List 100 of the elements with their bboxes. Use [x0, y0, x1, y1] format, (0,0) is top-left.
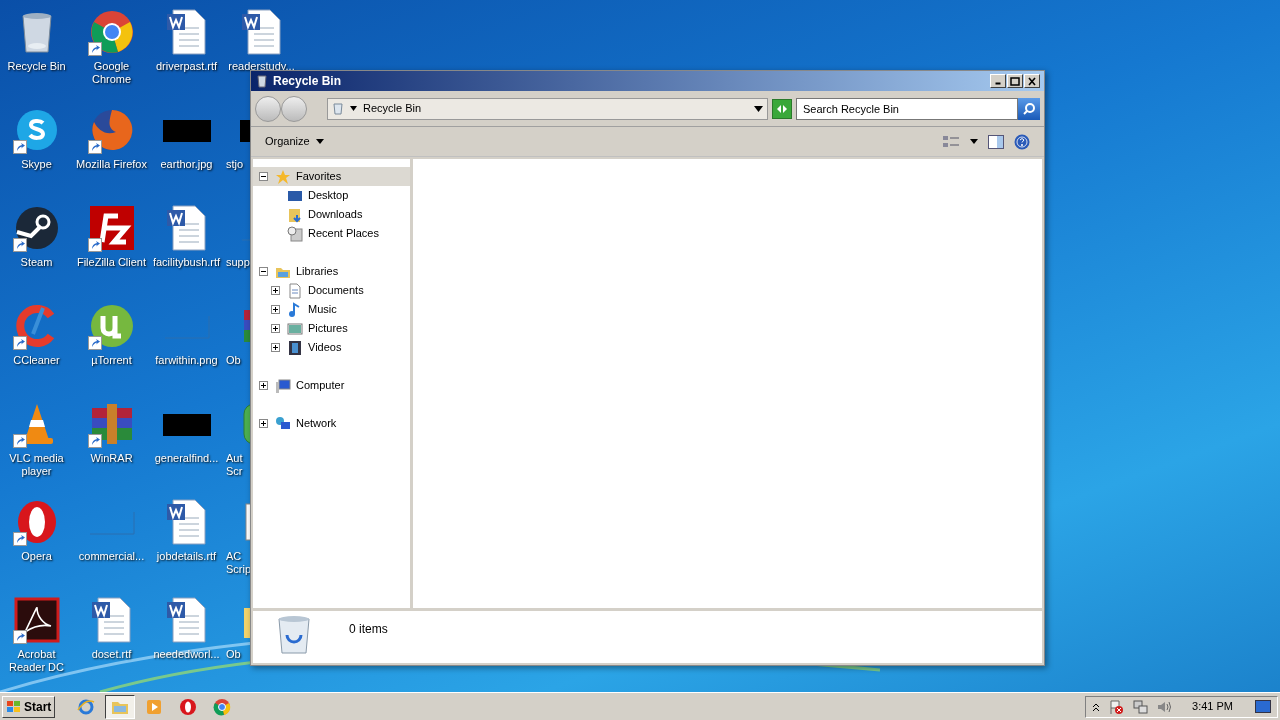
- dropdown-caret-icon[interactable]: [970, 139, 978, 144]
- nav-item[interactable]: Computer: [253, 376, 410, 395]
- refresh-button[interactable]: [772, 98, 792, 119]
- expand-icon[interactable]: [271, 343, 280, 352]
- desktop-icon-label[interactable]: farwithin.png: [155, 354, 218, 367]
- nav-label: Documents: [308, 283, 364, 299]
- desktop-icon-label[interactable]: µTorrent: [91, 354, 132, 367]
- expand-icon[interactable]: [271, 324, 280, 333]
- desktop-icon-label[interactable]: Ob: [226, 648, 241, 661]
- star-icon: [275, 168, 291, 185]
- recycle-bin-icon: [332, 102, 344, 115]
- desktop-icon-label[interactable]: supp: [226, 256, 250, 269]
- close-button[interactable]: [1024, 74, 1040, 88]
- windows-logo-icon: [6, 699, 22, 714]
- desktop-icon-label[interactable]: Acrobat Reader DC: [0, 648, 74, 674]
- document-icon: [287, 282, 303, 299]
- browser-icon: [77, 697, 96, 716]
- desktop-icon-label[interactable]: VLC media player: [0, 452, 74, 478]
- opera-icon: [179, 697, 198, 716]
- desktop-icon-label[interactable]: commercial...: [78, 550, 145, 563]
- collapse-icon[interactable]: [259, 267, 268, 276]
- nav-label: Videos: [308, 340, 342, 356]
- desktop-icon-label[interactable]: Aut Scr: [226, 452, 243, 478]
- help-icon[interactable]: [1014, 133, 1030, 150]
- desktop-icon-label[interactable]: earthor.jpg: [160, 158, 213, 171]
- desktop-icon-label[interactable]: neededworl...: [153, 648, 220, 661]
- desktop-icon-label[interactable]: CCleaner: [13, 354, 60, 367]
- collapse-icon[interactable]: [259, 172, 268, 181]
- nav-label: Favorites: [296, 169, 342, 185]
- nav-item[interactable]: Music: [253, 300, 410, 319]
- search-button[interactable]: [1018, 97, 1040, 120]
- minimize-button[interactable]: [990, 74, 1006, 88]
- window-title: Recycle Bin: [273, 73, 342, 90]
- desktop-icon-label[interactable]: jobdetails.rtf: [156, 550, 217, 563]
- network-icon[interactable]: [1132, 698, 1149, 715]
- chevron-up-icon[interactable]: [1092, 701, 1101, 712]
- nav-item[interactable]: Libraries: [253, 262, 410, 281]
- folder-icon: [287, 206, 303, 223]
- desktop-icon-label[interactable]: AC Scrip: [226, 550, 252, 576]
- desktop-icon-label[interactable]: Steam: [20, 256, 53, 269]
- nav-label: Downloads: [308, 207, 363, 223]
- nav-label: Desktop: [308, 188, 349, 204]
- address-text: Recycle Bin: [363, 101, 422, 117]
- desktop-icon-label[interactable]: stjo: [226, 158, 244, 171]
- expand-icon[interactable]: [259, 419, 268, 428]
- desktop-icon-label[interactable]: WinRAR: [90, 452, 133, 465]
- nav-label: Libraries: [296, 264, 339, 280]
- recycle-bin-icon: [277, 615, 311, 657]
- nav-item[interactable]: Recent Places: [253, 224, 410, 243]
- search-icon: [1022, 101, 1036, 116]
- preview-pane-icon[interactable]: [988, 134, 1004, 149]
- acrobat-icon: [12, 596, 61, 644]
- nav-item[interactable]: Downloads: [253, 205, 410, 224]
- desktop-icon-label[interactable]: Skype: [21, 158, 52, 171]
- desktop-icon-label[interactable]: FileZilla Client: [76, 256, 147, 269]
- desktop-icon-label[interactable]: doset.rtf: [91, 648, 132, 661]
- nav-item[interactable]: Network: [253, 414, 410, 433]
- nav-item[interactable]: Desktop: [253, 186, 410, 205]
- nav-label: Recent Places: [308, 226, 379, 242]
- picture-icon: [287, 320, 303, 337]
- recent-places-icon: [287, 225, 303, 242]
- filezilla-icon: [87, 204, 136, 252]
- caret-icon[interactable]: [350, 106, 357, 111]
- flag-warning-icon[interactable]: [1108, 698, 1125, 715]
- desktop-icon-label[interactable]: Recycle Bin: [7, 60, 66, 73]
- desktop-icon-label[interactable]: Google Chrome: [74, 60, 149, 86]
- nav-item[interactable]: Favorites: [253, 167, 410, 186]
- search-field[interactable]: Search Recycle Bin: [796, 97, 1018, 120]
- nav-item[interactable]: Videos: [253, 338, 410, 357]
- desktop-icon-label[interactable]: generalfind...: [154, 452, 219, 465]
- maximize-button[interactable]: [1007, 74, 1023, 88]
- clock[interactable]: 3:41 PM: [1192, 698, 1233, 715]
- address-bar[interactable]: Recycle Bin: [327, 97, 768, 120]
- film-icon: [287, 339, 303, 356]
- desktop-icon-label[interactable]: driverpast.rtf: [155, 60, 218, 73]
- dropdown-caret-icon[interactable]: [754, 105, 763, 112]
- expand-icon[interactable]: [271, 286, 280, 295]
- expand-icon[interactable]: [271, 305, 280, 314]
- nav-label: Pictures: [308, 321, 348, 337]
- expand-icon[interactable]: [259, 381, 268, 390]
- network-icon: [275, 415, 291, 432]
- media-player-icon: [145, 697, 164, 716]
- refresh-icon: [775, 102, 789, 115]
- taskbar-app-button[interactable]: [105, 694, 136, 719]
- nav-item[interactable]: Pictures: [253, 319, 410, 338]
- desktop-icon-label[interactable]: facilitybush.rtf: [152, 256, 221, 269]
- item-count: 0 items: [349, 621, 388, 638]
- desktop-icon-label[interactable]: readerstudy...: [228, 60, 295, 73]
- computer-icon: [275, 377, 291, 394]
- maximize-icon: [1010, 76, 1020, 86]
- nav-item[interactable]: Documents: [253, 281, 410, 300]
- nav-label: Computer: [296, 378, 345, 394]
- desktop-icon-label[interactable]: Ob: [226, 354, 241, 367]
- start-button[interactable]: Start: [2, 695, 56, 718]
- show-desktop-icon[interactable]: [1255, 699, 1271, 714]
- organize-menu-button[interactable]: Organize: [255, 129, 334, 154]
- nav-label: Network: [296, 416, 337, 432]
- close-icon: [1027, 76, 1037, 86]
- desktop-icon-label[interactable]: Mozilla Firefox: [76, 158, 147, 171]
- desktop-icon-label[interactable]: Opera: [21, 550, 52, 563]
